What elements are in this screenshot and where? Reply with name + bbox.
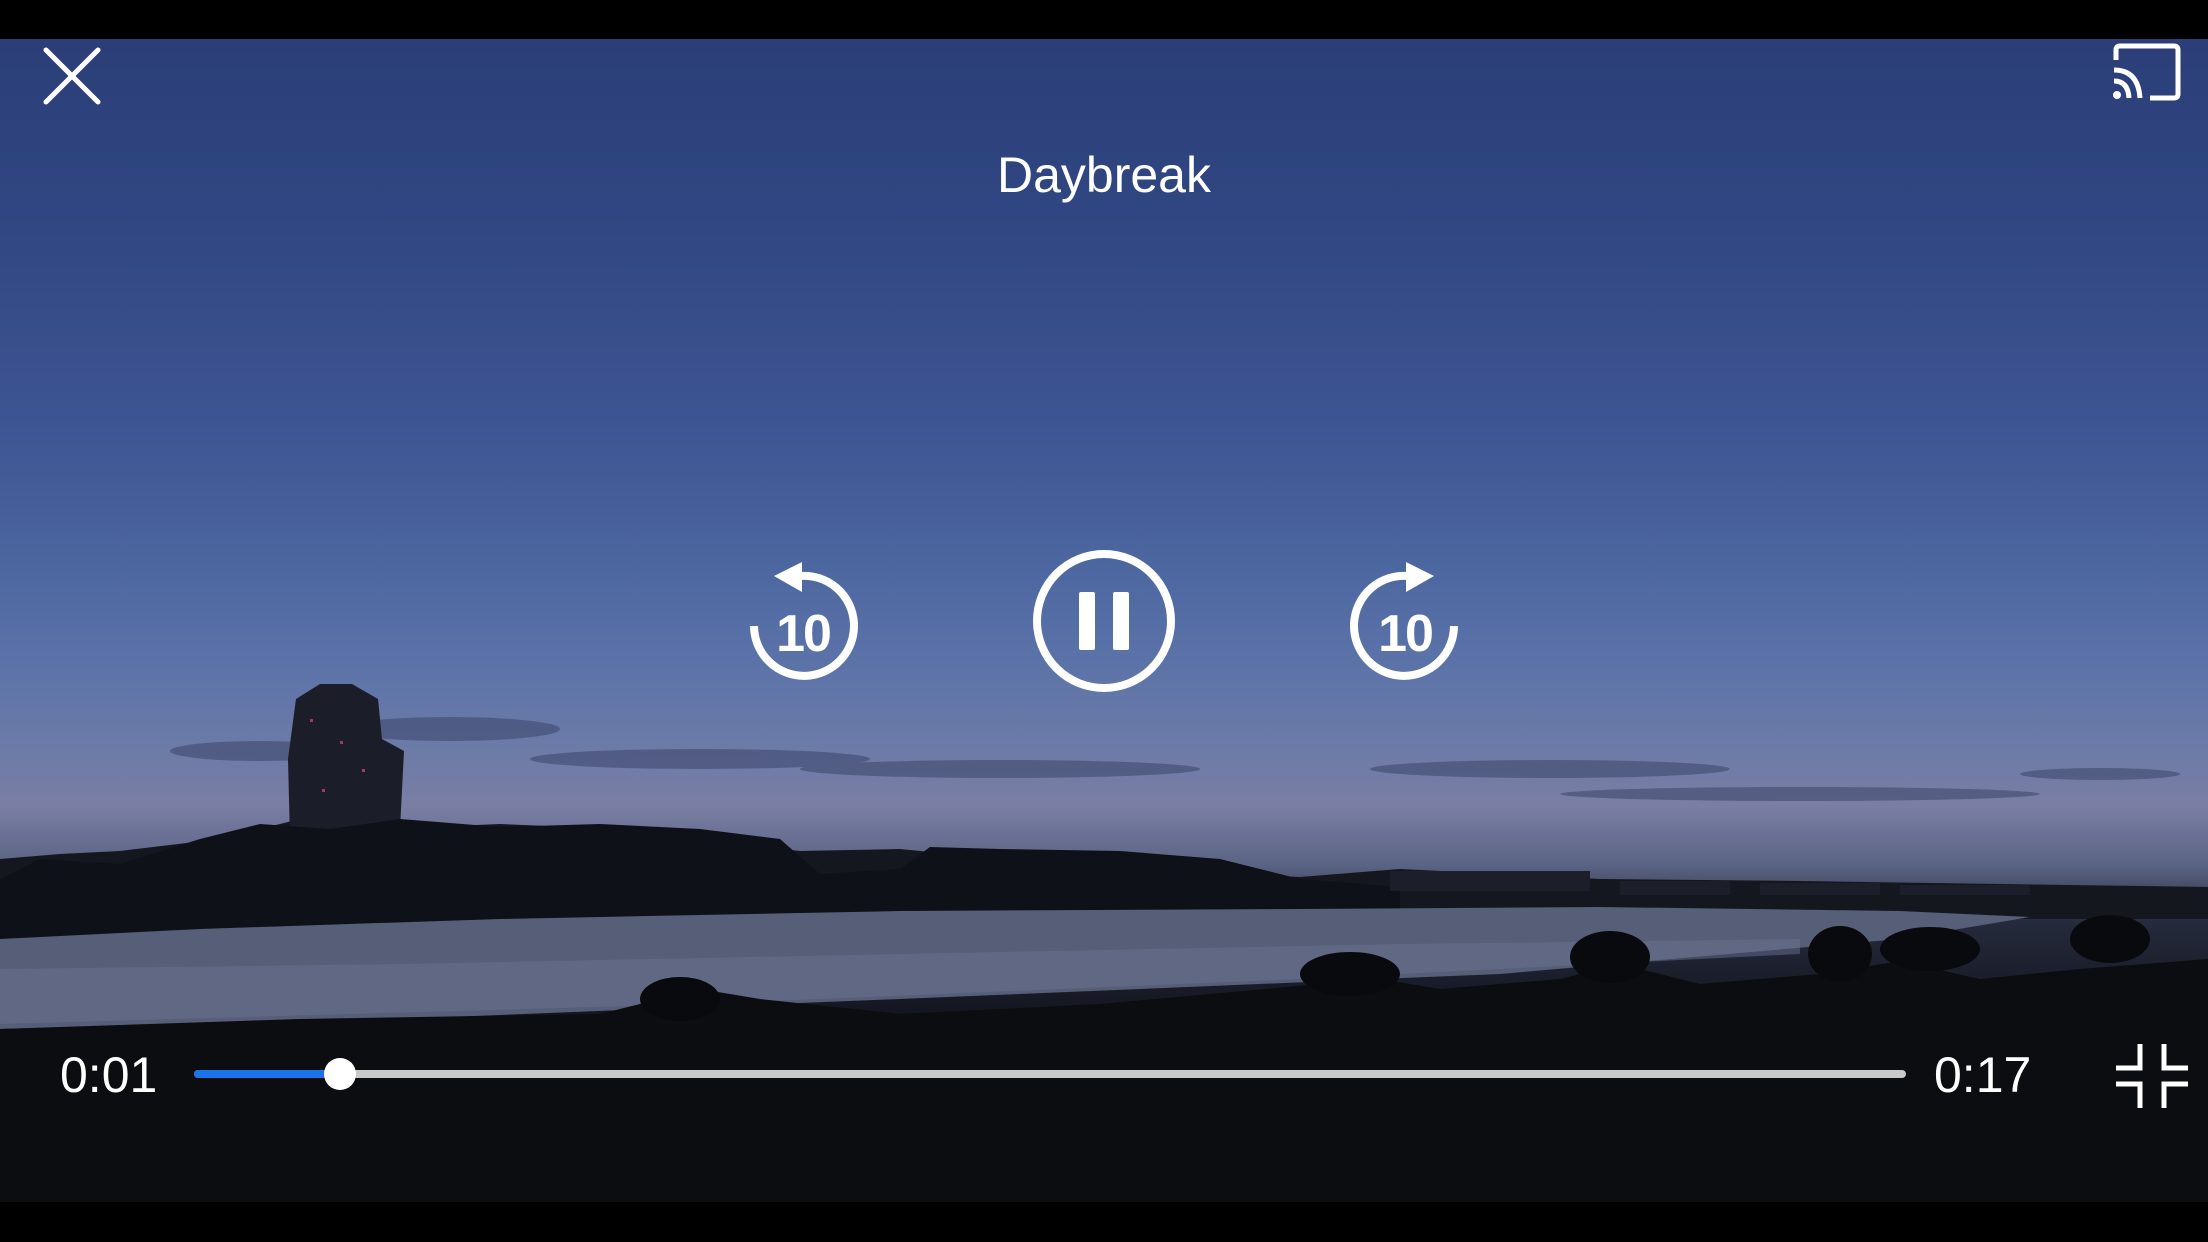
video-player: Daybreak 10 10 0:01 0:17 (0, 0, 2208, 1242)
letterbox-top (0, 0, 2208, 39)
cast-button[interactable] (2108, 40, 2184, 104)
close-button[interactable] (36, 40, 108, 112)
forward-10-button[interactable]: 10 (1342, 556, 1468, 692)
cast-icon (2113, 43, 2181, 101)
current-time: 0:01 (60, 1047, 158, 1103)
exit-fullscreen-button[interactable] (2114, 1042, 2190, 1110)
video-title: Daybreak (997, 147, 1211, 203)
progress-thumb[interactable] (323, 1058, 356, 1090)
pause-button[interactable] (1031, 548, 1177, 694)
playback-controls: 10 10 (0, 548, 2208, 696)
forward-seconds-label: 10 (1378, 605, 1434, 663)
letterbox-bottom (0, 1202, 2208, 1242)
rewind-seconds-label: 10 (776, 605, 832, 663)
pause-icon (1033, 550, 1175, 692)
rewind-10-button[interactable]: 10 (740, 556, 866, 692)
progress-fill (194, 1070, 340, 1078)
close-icon (43, 47, 101, 105)
exit-fullscreen-icon (2116, 1044, 2188, 1108)
progress-bar[interactable] (194, 1058, 1906, 1090)
total-time: 0:17 (1934, 1047, 2032, 1103)
